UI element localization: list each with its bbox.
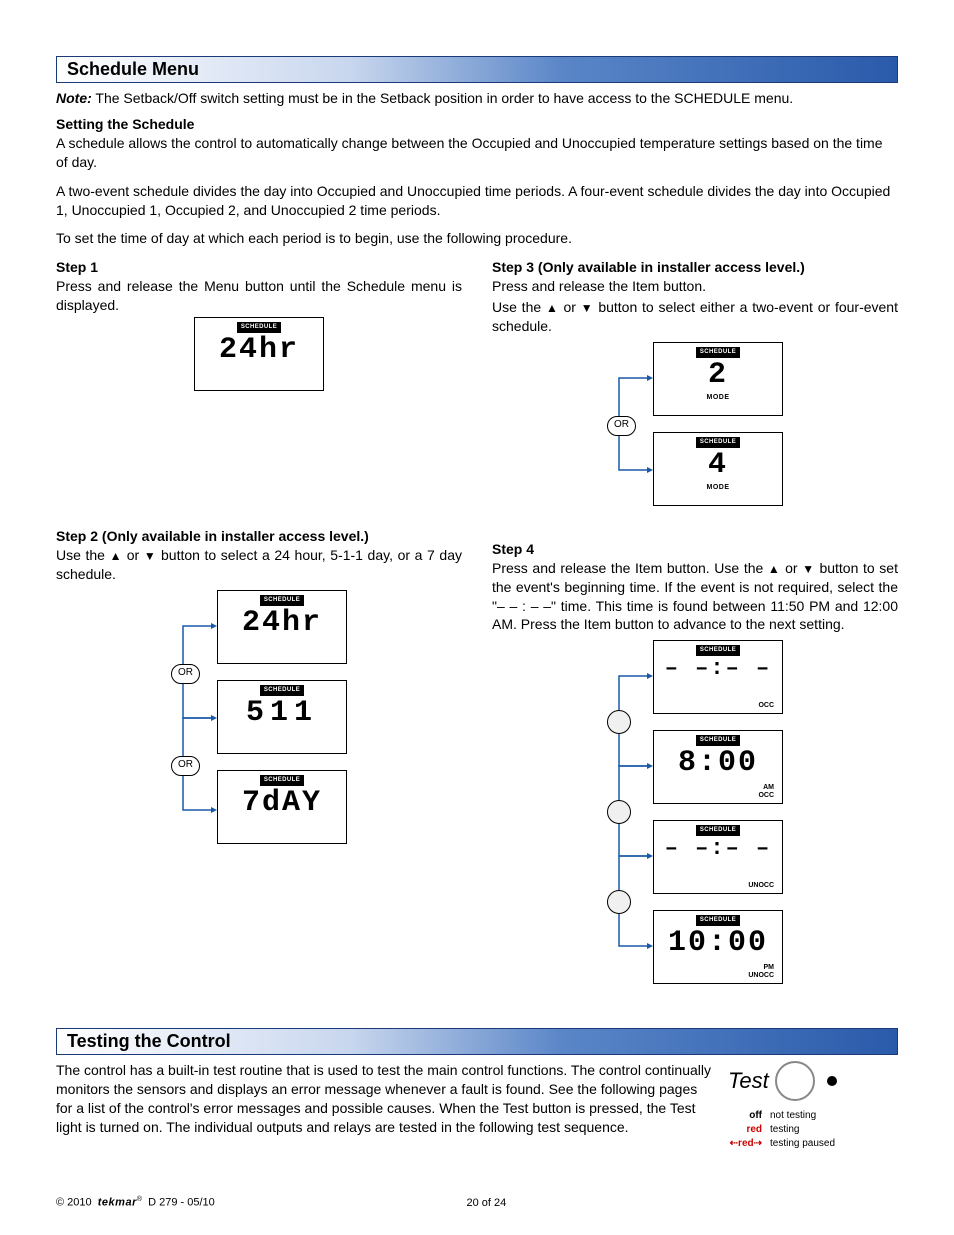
step3-title: Step 3 (Only available in installer acce… [492, 259, 805, 275]
lcd-value: – –:– – [665, 658, 771, 680]
or-badge: OR [171, 664, 200, 684]
legend-desc: not testing [770, 1109, 816, 1123]
lcd-sub: UNOCC [748, 882, 774, 890]
step4-lcd4: SCHEDULE 10:00 PM UNOCC [653, 910, 783, 984]
footer-left: © 2010 tekmar® D 279 - 05/10 [56, 1196, 215, 1209]
copyright: © 2010 [56, 1197, 92, 1209]
t: Press and release the Item button. Use t… [492, 560, 768, 576]
page-footer: © 2010 tekmar® D 279 - 05/10 20 of 24 [56, 1196, 898, 1209]
step4-connector-lines [607, 638, 653, 1008]
or-badge: OR [171, 756, 200, 776]
brand-logo: tekmar [98, 1197, 137, 1209]
doc-id: D 279 - 05/10 [148, 1197, 215, 1209]
t: red [738, 1138, 754, 1149]
lcd-label: SCHEDULE [696, 735, 740, 746]
step4-lcd1: SCHEDULE – –:– – OCC [653, 640, 783, 714]
step1-text: Press and release the Menu button until … [56, 278, 462, 313]
step4-title: Step 4 [492, 541, 534, 557]
lcd-sub: PM UNOCC [748, 964, 774, 980]
lcd-label: SCHEDULE [237, 322, 281, 333]
testing-paragraph: The control has a built-in test routine … [56, 1061, 716, 1141]
left-column: Step 1 Press and release the Menu button… [56, 258, 462, 1008]
note-text: The Setback/Off switch setting must be i… [95, 90, 793, 106]
lcd-value: 24hr [219, 335, 299, 365]
test-button-icon [775, 1061, 815, 1101]
section-header-schedule: Schedule Menu [56, 56, 898, 83]
lcd-label: SCHEDULE [260, 595, 304, 606]
setting-p1: A schedule allows the control to automat… [56, 134, 898, 172]
down-arrow-icon: ▼ [581, 301, 594, 315]
test-led-icon [827, 1076, 837, 1086]
lcd-sub: OCC [758, 702, 774, 710]
test-legend: off not testing red testing ⇠red⇢ testing p… [728, 1109, 898, 1151]
section-header-testing: Testing the Control [56, 1028, 898, 1055]
note-line: Note: The Setback/Off switch setting mus… [56, 89, 898, 108]
legend-label: off [728, 1109, 762, 1123]
step2-text-b: or [122, 547, 144, 563]
lcd-mode: MODE [707, 394, 730, 401]
down-arrow-icon: ▼ [802, 562, 815, 576]
lcd-label: SCHEDULE [696, 645, 740, 656]
step1-lcd: SCHEDULE 24hr [194, 317, 324, 391]
step2-text-a: Use the [56, 547, 110, 563]
step2-lcd1: SCHEDULE 24hr [217, 590, 347, 664]
lcd-value: – –:– – [665, 838, 771, 860]
t: Use the [492, 299, 546, 315]
lcd-value: 10:00 [668, 928, 768, 958]
t: or [781, 560, 803, 576]
or-badge: OR [607, 416, 636, 436]
step1: Step 1 Press and release the Menu button… [56, 258, 462, 315]
step3-text1: Press and release the Item button. [492, 278, 706, 294]
lcd-mode: MODE [707, 484, 730, 491]
lcd-value: 2 [708, 360, 728, 390]
step3-lcd1: SCHEDULE 2 MODE [653, 342, 783, 416]
legend-desc: testing paused [770, 1137, 835, 1151]
note-label: Note: [56, 90, 92, 106]
setting-subhead: Setting the Schedule [56, 116, 898, 132]
legend-label: red [728, 1123, 762, 1137]
step2: Step 2 (Only available in installer acce… [56, 527, 462, 584]
up-arrow-icon: ▲ [110, 549, 123, 563]
right-column: Step 3 (Only available in installer acce… [492, 258, 898, 1008]
legend-label-blink: ⇠red⇢ [728, 1137, 762, 1151]
lcd-label: SCHEDULE [260, 775, 304, 786]
lcd-value: 7dAY [242, 788, 322, 818]
lcd-label: SCHEDULE [696, 825, 740, 836]
down-arrow-icon: ▼ [144, 549, 157, 563]
lcd-label: SCHEDULE [696, 915, 740, 926]
step3-text2: Use the ▲ or ▼ button to select either a… [492, 298, 898, 336]
step2-lcd2: SCHEDULE 511 [217, 680, 347, 754]
test-label: Test [728, 1068, 769, 1094]
step4-lcd3: SCHEDULE – –:– – UNOCC [653, 820, 783, 894]
up-arrow-icon: ▲ [546, 301, 559, 315]
step3-lcd2: SCHEDULE 4 MODE [653, 432, 783, 506]
lcd-label: SCHEDULE [696, 347, 740, 358]
step2-connector-lines [171, 588, 217, 868]
legend-desc: testing [770, 1123, 799, 1137]
step2-lcd3: SCHEDULE 7dAY [217, 770, 347, 844]
up-arrow-icon: ▲ [768, 562, 781, 576]
lcd-label: SCHEDULE [696, 437, 740, 448]
lcd-label: SCHEDULE [260, 685, 304, 696]
t: or [559, 299, 581, 315]
testing-diagram: Test off not testing red testing ⇠red⇢ test… [728, 1061, 898, 1151]
section-title: Schedule Menu [67, 59, 199, 79]
lcd-value: 511 [246, 698, 318, 728]
lcd-value: 8:00 [678, 748, 758, 778]
step2-title: Step 2 (Only available in installer acce… [56, 528, 369, 544]
step1-title: Step 1 [56, 259, 98, 275]
step3: Step 3 (Only available in installer acce… [492, 258, 898, 296]
lcd-sub: AM OCC [758, 784, 774, 800]
section-title: Testing the Control [67, 1031, 231, 1051]
step4: Step 4 Press and release the Item button… [492, 540, 898, 634]
footer-page: 20 of 24 [467, 1197, 507, 1209]
lcd-value: 4 [708, 450, 728, 480]
setting-p3: To set the time of day at which each per… [56, 229, 898, 248]
step4-lcd2: SCHEDULE 8:00 AM OCC [653, 730, 783, 804]
setting-p2: A two-event schedule divides the day int… [56, 182, 898, 220]
lcd-value: 24hr [242, 608, 322, 638]
